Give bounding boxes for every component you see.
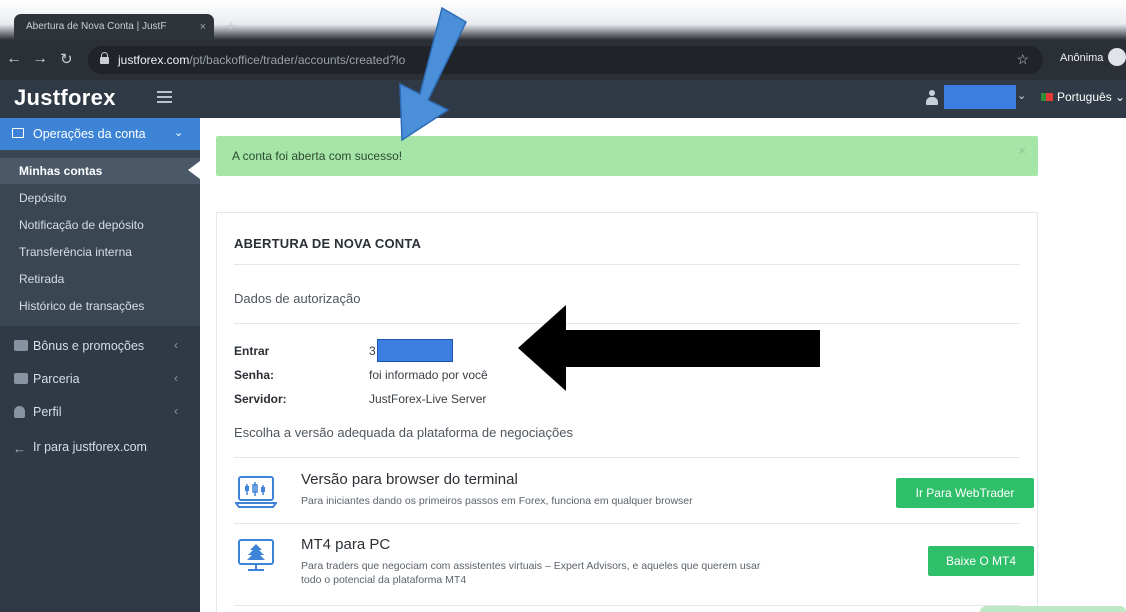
sidebar-item-internal-transfer[interactable]: Transferência interna — [19, 245, 132, 259]
user-icon — [926, 90, 938, 106]
user-menu-chevron-icon[interactable]: ⌄ — [1017, 89, 1026, 102]
sidebar-submenu: Minhas contas Depósito Notificação de de… — [0, 150, 200, 326]
login-label: Entrar — [234, 344, 270, 358]
url-host: justforex.com — [118, 53, 190, 67]
panel-title: ABERTURA DE NOVA CONTA — [234, 236, 422, 251]
download-mt4-button[interactable]: Baixe O MT4 — [928, 546, 1034, 576]
screenshot-frame: Abertura de Nova Conta | JustF × + ← → ↻… — [0, 0, 1126, 612]
url-path: /pt/backoffice/trader/accounts/created?l… — [189, 53, 406, 67]
sidebar-item-my-accounts[interactable]: Minhas contas — [19, 164, 102, 178]
new-account-panel: ABERTURA DE NOVA CONTA Dados de autoriza… — [216, 212, 1038, 612]
sidebar-group-label: Parceria — [33, 372, 80, 386]
sidebar-section-account-operations[interactable]: Operações da conta ⌄ — [0, 118, 200, 150]
sidebar-item-go-to-site[interactable]: ← Ir para justforex.com — [0, 432, 200, 462]
language-selector[interactable]: Português ⌄ — [1057, 90, 1125, 104]
browser-tab-bar: Abertura de Nova Conta | JustF × + — [0, 0, 1126, 40]
blue-arrow-annotation — [399, 6, 467, 142]
sidebar-group-label: Ir para justforex.com — [33, 440, 147, 454]
divider — [234, 523, 1020, 524]
sidebar-group-label: Perfil — [33, 405, 62, 419]
profile-icon — [14, 406, 25, 418]
chat-widget-edge[interactable] — [980, 606, 1126, 612]
web-terminal-icon — [235, 476, 277, 508]
active-item-pointer — [188, 161, 200, 179]
url-text: justforex.com/pt/backoffice/trader/accou… — [118, 53, 405, 67]
gift-icon — [14, 340, 28, 351]
sidebar-item-transaction-history[interactable]: Histórico de transações — [19, 299, 144, 313]
black-arrow-annotation — [518, 305, 820, 391]
sidebar-item-partnership[interactable]: Parceria ‹ — [0, 364, 200, 394]
mt4-pc-icon — [238, 539, 274, 571]
redacted-account-number — [377, 339, 453, 362]
folder-icon — [12, 128, 24, 138]
back-icon[interactable]: ← — [6, 50, 22, 68]
sidebar-item-deposit-notification[interactable]: Notificação de depósito — [19, 218, 144, 232]
reload-icon[interactable]: ↻ — [60, 50, 73, 68]
menu-toggle-icon[interactable] — [157, 91, 172, 103]
language-label: Português — [1057, 90, 1112, 104]
platform-mt4-title: MT4 para PC — [301, 536, 391, 553]
redacted-username[interactable] — [944, 85, 1016, 109]
alert-close-icon[interactable]: × — [1018, 143, 1026, 158]
success-alert: A conta foi aberta com sucesso! × — [216, 136, 1038, 176]
browser-toolbar: ← → ↻ justforex.com/pt/backoffice/trader… — [0, 40, 1126, 80]
sidebar-item-withdrawal[interactable]: Retirada — [19, 272, 64, 286]
portugal-flag-icon — [1041, 93, 1053, 101]
tab-close-icon[interactable]: × — [200, 14, 206, 40]
open-webtrader-button[interactable]: Ir Para WebTrader — [896, 478, 1034, 508]
browser-tab[interactable]: Abertura de Nova Conta | JustF × — [14, 14, 214, 40]
tab-title: Abertura de Nova Conta | JustF — [26, 21, 167, 32]
incognito-icon[interactable] — [1108, 48, 1126, 66]
chevron-left-icon: ‹ — [174, 404, 178, 418]
server-label: Servidor: — [234, 392, 287, 406]
server-value: JustForex-Live Server — [369, 392, 487, 406]
bookmark-star-icon[interactable]: ☆ — [1016, 51, 1029, 68]
lock-icon — [100, 52, 109, 64]
sidebar: Operações da conta ⌄ Minhas contas Depós… — [0, 118, 200, 612]
divider — [234, 605, 1020, 606]
new-tab-icon[interactable]: + — [226, 14, 235, 40]
sidebar-section-label: Operações da conta — [33, 127, 146, 141]
platform-prompt: Escolha a versão adequada da plataforma … — [234, 425, 573, 440]
password-label: Senha: — [234, 368, 275, 382]
forward-icon[interactable]: → — [32, 50, 48, 68]
incognito-label: Anônima — [1060, 52, 1104, 64]
chevron-left-icon: ‹ — [174, 338, 178, 352]
justforex-logo[interactable]: Justforex — [14, 85, 116, 111]
platform-webtrader-title: Versão para browser do terminal — [301, 471, 518, 488]
chevron-down-icon: ⌄ — [174, 127, 184, 139]
chevron-left-icon: ‹ — [174, 371, 178, 385]
app-header: Justforex ⌄ Português ⌄ — [0, 80, 1126, 118]
briefcase-icon — [14, 373, 28, 384]
sidebar-item-deposit[interactable]: Depósito — [19, 191, 66, 205]
sidebar-group-label: Bônus e promoções — [33, 339, 145, 353]
sidebar-item-profile[interactable]: Perfil ‹ — [0, 397, 200, 427]
platform-webtrader-description: Para iniciantes dando os primeiros passo… — [301, 495, 693, 507]
platform-mt4-description: Para traders que negociam com assistente… — [301, 560, 761, 586]
auth-section-heading: Dados de autorização — [234, 291, 361, 306]
divider — [234, 264, 1020, 265]
arrow-left-icon: ← — [13, 441, 26, 456]
password-value: foi informado por você — [369, 368, 488, 382]
alert-message: A conta foi aberta com sucesso! — [232, 149, 403, 163]
address-bar[interactable]: justforex.com/pt/backoffice/trader/accou… — [88, 46, 1043, 74]
login-value: 3 — [369, 344, 376, 358]
sidebar-item-bonus[interactable]: Bônus e promoções ‹ — [0, 331, 200, 361]
divider — [234, 457, 1020, 458]
